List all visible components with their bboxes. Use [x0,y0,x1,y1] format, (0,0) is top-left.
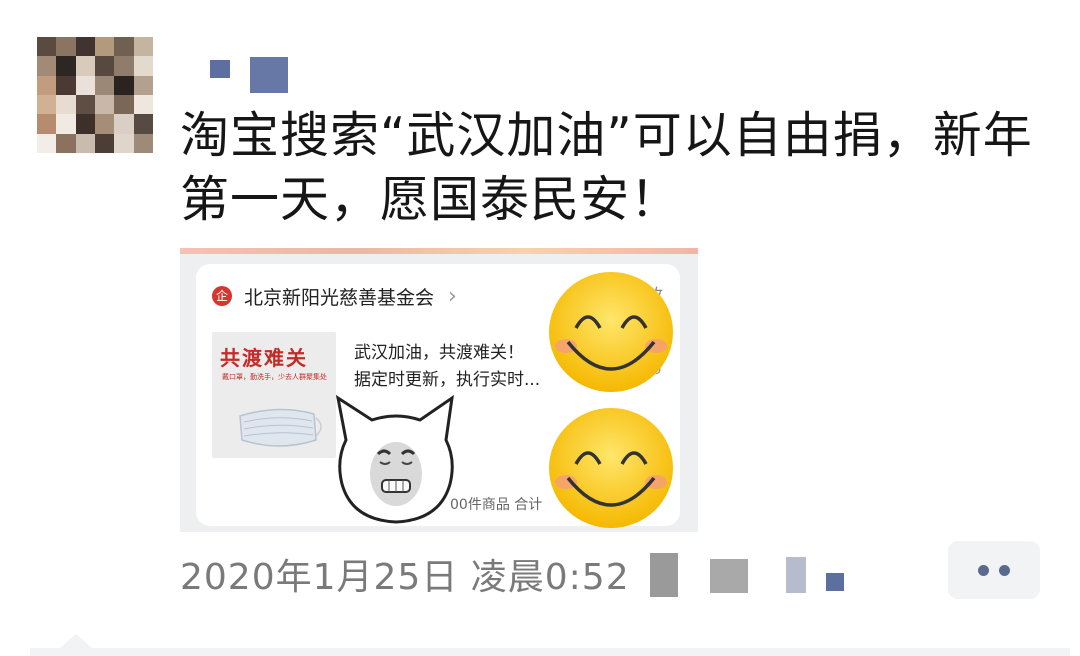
org-name: 北京新阳光慈善基金会 [244,286,435,309]
comment-area-caret [60,634,92,648]
thumbnail-title: 共渡难关 [220,346,308,370]
description-line-1: 武汉加油，共渡难关！ [354,343,524,363]
goods-summary: 00件商品 合计 [450,497,543,513]
org-row[interactable]: 企 北京新阳光慈善基金会 › [212,278,457,314]
thumbnail-subtitle: 戴口罩，勤洗手，少去人群聚集处 [222,373,327,381]
campaign-thumbnail: 共渡难关 戴口罩，勤洗手，少去人群聚集处 [212,332,336,458]
smiley-face-icon [549,272,673,392]
campaign-description: 武汉加油，共渡难关！ 据定时更新，执行实时... [354,340,540,394]
comment-area [30,648,1070,656]
username-redacted[interactable] [210,55,290,95]
user-avatar[interactable] [37,37,153,153]
post-text: 淘宝搜索“武汉加油”可以自由捐，新年第一天，愿国泰民安！ [180,107,1033,228]
chevron-right-icon: › [448,283,457,309]
smiley-face-icon [549,408,673,528]
more-dot [999,564,1010,576]
charity-badge-icon: 企 [212,286,232,306]
panda-meme-sticker [335,394,454,524]
post-timestamp: 2020年1月25日 凌晨0:52 [180,557,630,598]
face-mask-icon [239,408,322,447]
more-dot [978,564,989,576]
card-top-strip [180,248,698,254]
redacted-footer-info [640,545,870,605]
more-actions-button[interactable] [948,541,1040,599]
shared-link-card[interactable]: 企 北京新阳光慈善基金会 › 故 共渡难关 戴口罩，勤洗手，少去人群聚集处 武汉… [180,248,698,532]
